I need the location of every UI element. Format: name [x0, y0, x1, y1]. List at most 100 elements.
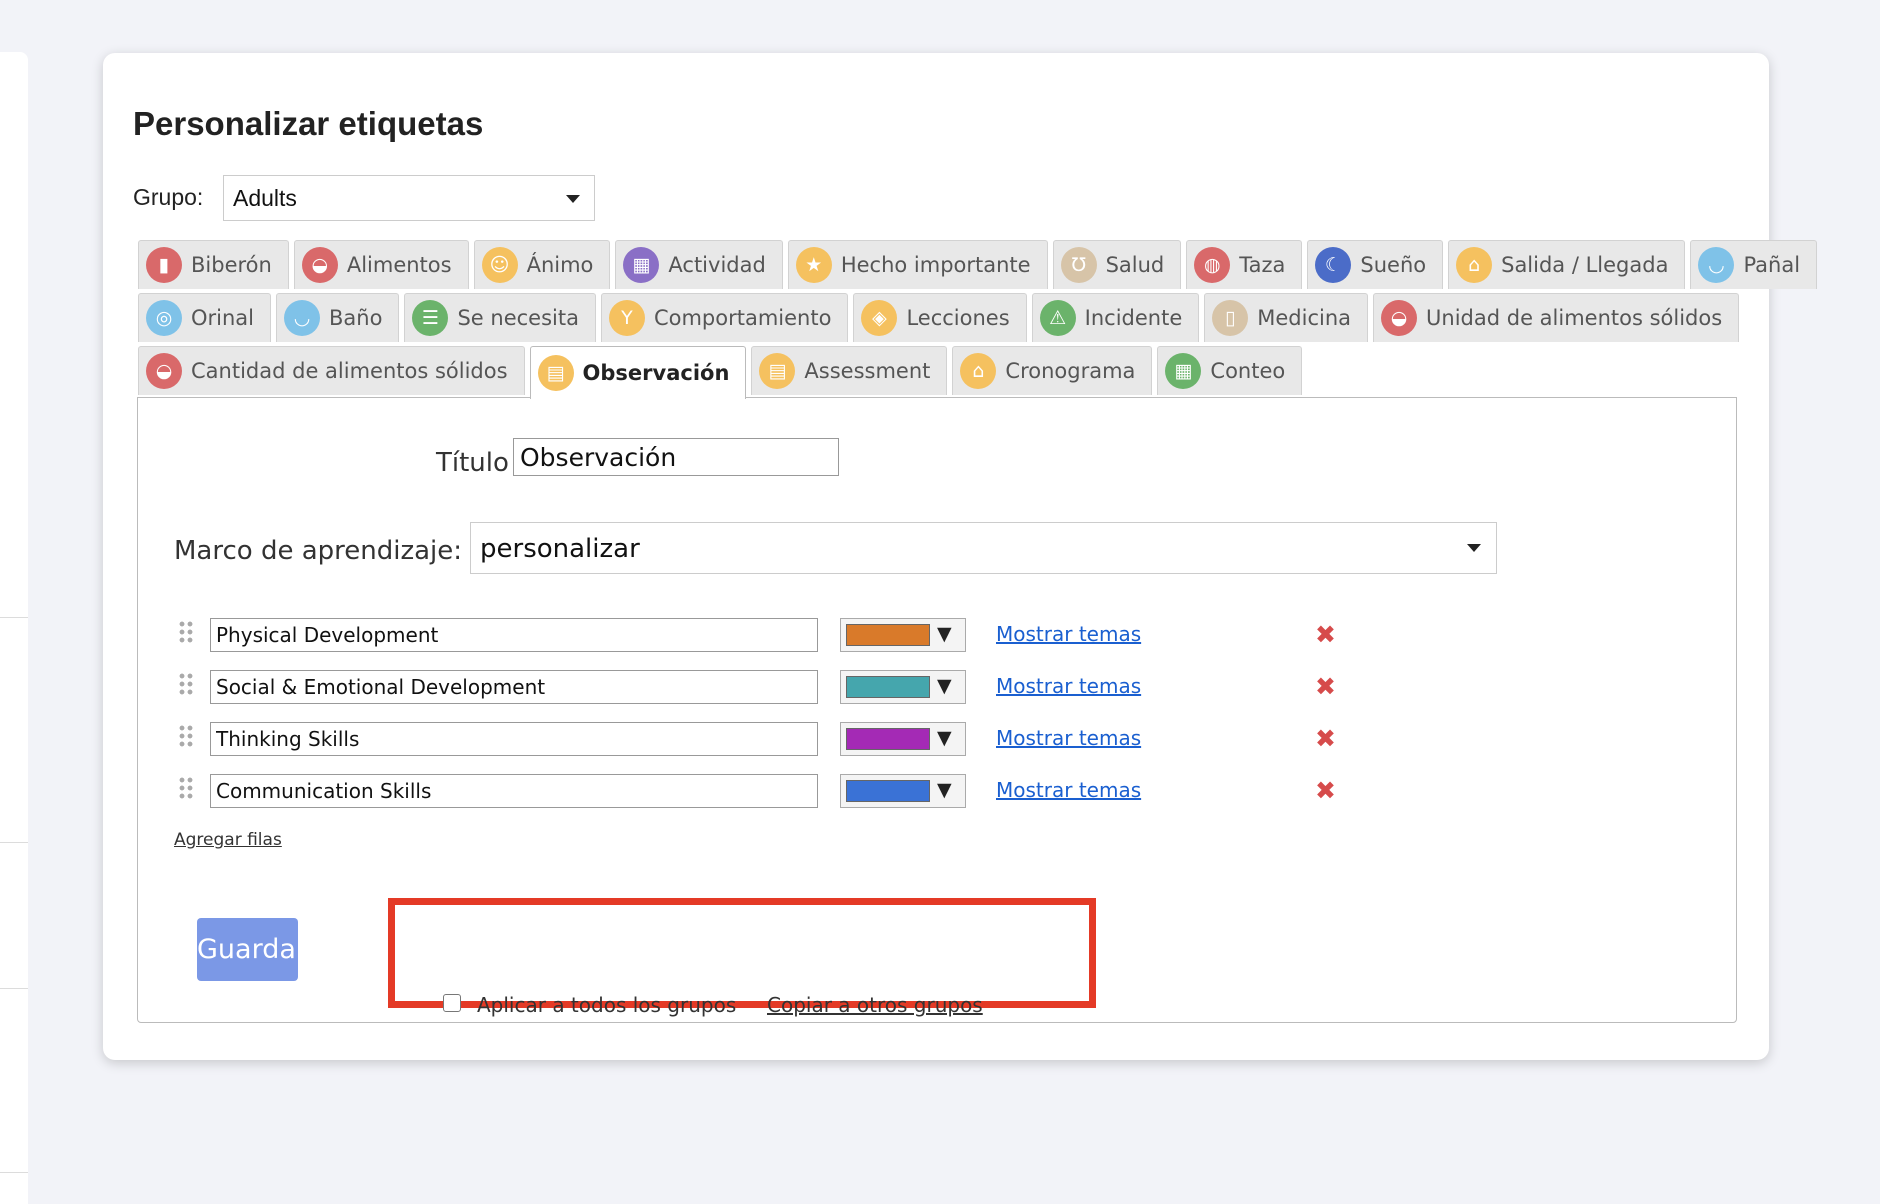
tab-salida-llegada[interactable]: ⌂ Salida / Llegada [1448, 240, 1686, 289]
tab-pañal[interactable]: ◡ Pañal [1690, 240, 1818, 289]
sidebar-divider [0, 842, 28, 843]
tab-comportamiento[interactable]: Y Comportamiento [600, 293, 849, 342]
tab-label: Se necesita [457, 306, 579, 330]
color-picker[interactable]: ▼ [840, 774, 966, 808]
medal-icon: Y [608, 300, 645, 336]
drag-handle-icon[interactable] [178, 724, 194, 748]
show-topics-link[interactable]: Mostrar temas [996, 622, 1141, 646]
show-topics-link[interactable]: Mostrar temas [996, 726, 1141, 750]
tab-actividad[interactable]: ▦ Actividad [615, 240, 783, 289]
chevron-down-icon [566, 195, 580, 203]
tab-salud[interactable]: ℧ Salud [1052, 240, 1182, 289]
tab-content-panel: Título Marco de aprendizaje: personaliza… [137, 397, 1737, 1023]
delete-icon[interactable]: ✖ [1315, 725, 1336, 753]
counter-grid-icon: ▦ [1165, 353, 1202, 389]
drag-handle-icon[interactable] [178, 776, 194, 800]
tab-incidente[interactable]: ⚠ Incidente [1031, 293, 1200, 342]
delete-icon[interactable]: ✖ [1315, 621, 1336, 649]
tab-label: Assessment [804, 359, 931, 383]
tab-se-necesita[interactable]: ☰ Se necesita [404, 293, 596, 342]
tab-hecho-importante[interactable]: ★ Hecho importante [787, 240, 1048, 289]
framework-name-input[interactable] [210, 774, 818, 808]
color-picker[interactable]: ▼ [840, 670, 966, 704]
food-bowl-icon: ◒ [301, 247, 338, 283]
tab-label: Comportamiento [653, 306, 832, 330]
apply-all-checkbox[interactable] [443, 994, 461, 1012]
tab-medicina[interactable]: ▯ Medicina [1204, 293, 1369, 342]
framework-row: ▼ Mostrar temas ✖ [178, 618, 1368, 654]
diaper-icon: ◡ [1698, 247, 1735, 283]
tab-label: Salud [1105, 253, 1165, 277]
show-topics-link[interactable]: Mostrar temas [996, 778, 1141, 802]
medicine-bottle-icon: ▯ [1212, 300, 1249, 336]
tab-orinal[interactable]: ◎ Orinal [138, 293, 272, 342]
label-tabs: ▮ Biberón ◒ Alimentos ☺ Ánimo ▦ Actividad ★ Hecho… [138, 240, 1818, 399]
book-icon: ◈ [861, 300, 898, 336]
tab-ánimo[interactable]: ☺ Ánimo [473, 240, 611, 289]
tab-label: Conteo [1210, 359, 1286, 383]
framework-name-input[interactable] [210, 618, 818, 652]
tab-observación[interactable]: ▤ Observación [529, 346, 747, 399]
tab-conteo[interactable]: ▦ Conteo [1157, 346, 1303, 395]
framework-name-input[interactable] [210, 722, 818, 756]
title-label: Título [436, 448, 509, 478]
color-swatch [846, 676, 930, 698]
color-picker[interactable]: ▼ [840, 618, 966, 652]
tab-label: Orinal [191, 306, 255, 330]
color-swatch [846, 624, 930, 646]
tab-label: Incidente [1084, 306, 1183, 330]
tab-alimentos[interactable]: ◒ Alimentos [293, 240, 469, 289]
sidebar-divider [0, 988, 28, 989]
warning-icon: ⚠ [1039, 300, 1076, 336]
stethoscope-icon: ℧ [1060, 247, 1097, 283]
tab-label: Biberón [191, 253, 272, 277]
left-sidebar-edge [0, 52, 28, 1204]
tab-label: Ánimo [526, 253, 594, 277]
mood-face-icon: ☺ [481, 247, 518, 283]
add-rows-link[interactable]: Agregar filas [174, 830, 282, 850]
bathtub-icon: ◡ [284, 300, 321, 336]
chevron-down-icon [1467, 544, 1481, 552]
note-icon: ▤ [759, 353, 796, 389]
delete-icon[interactable]: ✖ [1315, 673, 1336, 701]
tab-label: Pañal [1743, 253, 1801, 277]
tab-cronograma[interactable]: ⌂ Cronograma [952, 346, 1153, 395]
moon-icon: ☾ [1315, 247, 1352, 283]
learning-framework-select[interactable]: personalizar [470, 522, 1497, 574]
title-input[interactable] [513, 438, 839, 476]
potty-icon: ◎ [146, 300, 182, 336]
drag-handle-icon[interactable] [178, 672, 194, 696]
tab-lecciones[interactable]: ◈ Lecciones [853, 293, 1027, 342]
save-button[interactable]: Guardar [197, 918, 307, 981]
framework-name-input[interactable] [210, 670, 818, 704]
tab-unidad-de-alimentos-sólidos[interactable]: ◒ Unidad de alimentos sólidos [1373, 293, 1740, 342]
note-icon: ▤ [537, 355, 574, 391]
framework-row: ▼ Mostrar temas ✖ [178, 670, 1368, 706]
house-icon: ⌂ [1456, 247, 1493, 283]
framework-row: ▼ Mostrar temas ✖ [178, 722, 1368, 758]
activity-blocks-icon: ▦ [623, 247, 660, 283]
tab-label: Baño [329, 306, 383, 330]
group-select[interactable]: Adults [223, 175, 595, 221]
highlight-annotation-box [388, 898, 1096, 1008]
tab-label: Alimentos [346, 253, 452, 277]
learning-framework-value: personalizar [480, 534, 640, 564]
color-swatch [846, 728, 930, 750]
tab-cantidad-de-alimentos-sólidos[interactable]: ◒ Cantidad de alimentos sólidos [138, 346, 525, 395]
show-topics-link[interactable]: Mostrar temas [996, 674, 1141, 698]
tab-taza[interactable]: ◍ Taza [1186, 240, 1303, 289]
tab-assessment[interactable]: ▤ Assessment [751, 346, 948, 395]
dropdown-arrow-icon: ▼ [937, 727, 952, 749]
copy-to-groups-link[interactable]: Copiar a otros grupos [767, 993, 983, 1017]
drag-handle-icon[interactable] [178, 620, 194, 644]
baby-bottle-icon: ▮ [146, 247, 182, 283]
color-picker[interactable]: ▼ [840, 722, 966, 756]
food-bowl-icon: ◒ [1381, 300, 1418, 336]
group-label: Grupo: [133, 184, 204, 210]
delete-icon[interactable]: ✖ [1315, 777, 1336, 805]
apply-all-label[interactable]: Aplicar a todos los grupos [477, 993, 736, 1017]
tab-baño[interactable]: ◡ Baño [276, 293, 400, 342]
tab-biberón[interactable]: ▮ Biberón [138, 240, 289, 289]
tab-sueño[interactable]: ☾ Sueño [1307, 240, 1444, 289]
tab-label: Unidad de alimentos sólidos [1426, 306, 1723, 330]
